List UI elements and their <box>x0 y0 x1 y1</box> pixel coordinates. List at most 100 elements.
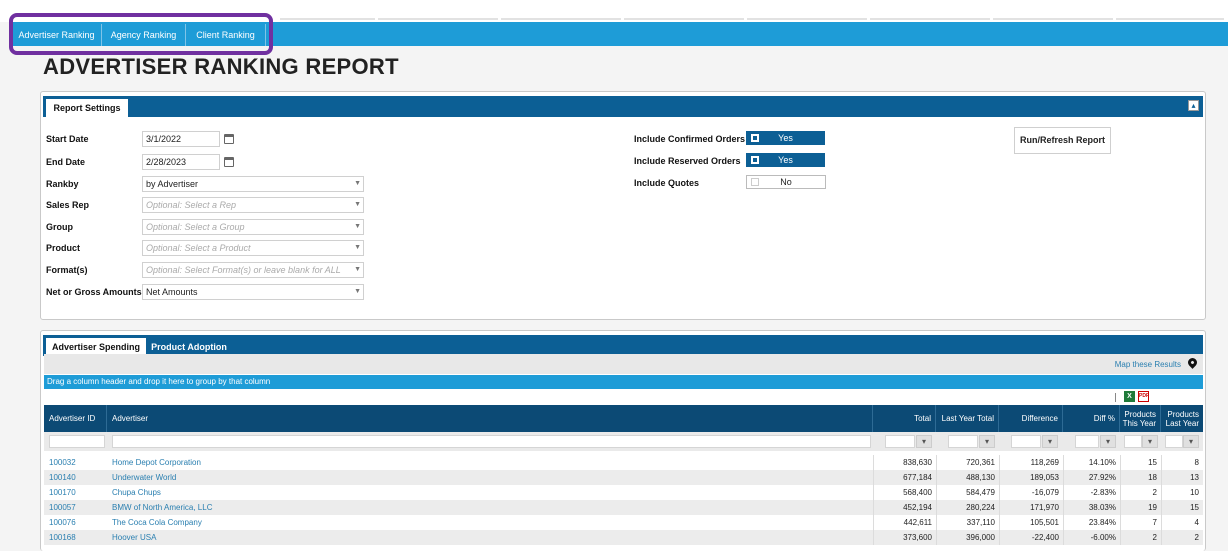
cell-advertiser-id[interactable]: 100076 <box>49 515 105 530</box>
cell-advertiser[interactable]: Home Depot Corporation <box>112 455 812 470</box>
pdf-icon[interactable]: PDF <box>1138 391 1149 402</box>
run-refresh-button[interactable]: Run/Refresh Report <box>1014 127 1111 154</box>
sales-rep-label: Sales Rep <box>46 200 90 210</box>
filter-icon[interactable]: ▾ <box>1142 435 1158 448</box>
cell-advertiser[interactable]: Chupa Chups <box>112 485 812 500</box>
end-date-field[interactable]: 2/28/2023 <box>142 154 220 170</box>
net-gross-select[interactable]: Net Amounts ▼ <box>142 284 364 300</box>
toolbar-divider <box>1115 393 1116 402</box>
group-placeholder: Optional: Select a Group <box>146 222 245 232</box>
cell-difference: 171,970 <box>999 500 1063 515</box>
report-settings-header: Report Settings ▴ <box>43 96 1203 117</box>
filter-icon[interactable]: ▾ <box>1183 435 1199 448</box>
table-row[interactable]: 100076 The Coca Cola Company 442,611 337… <box>44 515 1203 530</box>
rankby-select[interactable]: by Advertiser ▼ <box>142 176 364 192</box>
excel-icon[interactable]: X <box>1124 391 1135 402</box>
grid-header: Advertiser ID Advertiser Total Last Year… <box>44 405 1203 432</box>
sales-rep-select[interactable]: Optional: Select a Rep ▼ <box>142 197 364 213</box>
formats-select[interactable]: Optional: Select Format(s) or leave blan… <box>142 262 364 278</box>
checkbox-icon <box>751 156 759 164</box>
cell-diff-pct: 27.92% <box>1063 470 1120 485</box>
start-date-field[interactable]: 3/1/2022 <box>142 131 220 147</box>
filter-row: ▾ ▾ ▾ ▾ ▾ ▾ <box>44 432 1203 451</box>
cell-products-this-year: 15 <box>1120 455 1161 470</box>
tab-client-ranking[interactable]: Client Ranking <box>186 24 266 46</box>
group-by-drop-zone[interactable]: Drag a column header and drop it here to… <box>44 375 1203 389</box>
column-header-advertiser-id[interactable]: Advertiser ID <box>44 405 107 432</box>
column-header-last-year-total[interactable]: Last Year Total <box>936 405 999 432</box>
filter-icon[interactable]: ▾ <box>1042 435 1058 448</box>
include-confirmed-toggle[interactable]: Yes <box>746 131 825 145</box>
map-results-link[interactable]: Map these Results <box>1115 360 1181 369</box>
filter-input-advertiser-id[interactable] <box>49 435 105 448</box>
filter-icon[interactable]: ▾ <box>979 435 995 448</box>
tab-report-settings[interactable]: Report Settings <box>46 99 128 117</box>
include-reserved-value: Yes <box>778 155 793 165</box>
filter-input-difference[interactable] <box>1011 435 1041 448</box>
top-divider <box>747 18 867 20</box>
net-gross-label: Net or Gross Amounts <box>46 287 142 297</box>
column-header-total[interactable]: Total <box>873 405 936 432</box>
top-divider <box>1116 18 1224 20</box>
chevron-down-icon: ▼ <box>354 201 361 208</box>
include-reserved-label: Include Reserved Orders <box>634 156 741 166</box>
cell-products-last-year: 10 <box>1161 485 1203 500</box>
cell-products-this-year: 18 <box>1120 470 1161 485</box>
map-pin-icon[interactable] <box>1186 356 1199 369</box>
table-row[interactable]: 100032 Home Depot Corporation 838,630 72… <box>44 455 1203 470</box>
calendar-icon[interactable] <box>224 134 234 144</box>
cell-advertiser-id[interactable]: 100140 <box>49 470 105 485</box>
cell-advertiser[interactable]: Underwater World <box>112 470 812 485</box>
rankby-label: Rankby <box>46 179 79 189</box>
column-header-difference[interactable]: Difference <box>999 405 1063 432</box>
table-row[interactable]: 100170 Chupa Chups 568,400 584,479 -16,0… <box>44 485 1203 500</box>
filter-input-diff-pct[interactable] <box>1075 435 1099 448</box>
cell-total: 568,400 <box>873 485 936 500</box>
cell-products-this-year: 2 <box>1120 530 1161 545</box>
cell-advertiser-id[interactable]: 100032 <box>49 455 105 470</box>
column-header-advertiser[interactable]: Advertiser <box>107 405 873 432</box>
tab-agency-ranking[interactable]: Agency Ranking <box>102 24 186 46</box>
tab-advertiser-ranking[interactable]: Advertiser Ranking <box>12 24 102 46</box>
table-row[interactable]: 100057 BMW of North America, LLC 452,194… <box>44 500 1203 515</box>
filter-input-products-this-year[interactable] <box>1124 435 1142 448</box>
include-confirmed-label: Include Confirmed Orders <box>634 134 746 144</box>
cell-advertiser[interactable]: BMW of North America, LLC <box>112 500 812 515</box>
cell-advertiser-id[interactable]: 100057 <box>49 500 105 515</box>
cell-products-this-year: 2 <box>1120 485 1161 500</box>
net-gross-value: Net Amounts <box>146 287 198 297</box>
cell-products-this-year: 7 <box>1120 515 1161 530</box>
include-reserved-toggle[interactable]: Yes <box>746 153 825 167</box>
filter-icon[interactable]: ▾ <box>1100 435 1116 448</box>
collapse-icon[interactable]: ▴ <box>1188 100 1199 111</box>
cell-products-last-year: 8 <box>1161 455 1203 470</box>
column-header-diff-pct[interactable]: Diff % <box>1063 405 1120 432</box>
filter-icon[interactable]: ▾ <box>916 435 932 448</box>
table-row[interactable]: 100140 Underwater World 677,184 488,130 … <box>44 470 1203 485</box>
product-placeholder: Optional: Select a Product <box>146 243 251 253</box>
column-header-products-last-year[interactable]: Products Last Year <box>1161 405 1203 432</box>
filter-input-products-last-year[interactable] <box>1165 435 1183 448</box>
table-row[interactable]: 100168 Hoover USA 373,600 396,000 -22,40… <box>44 530 1203 545</box>
results-header: Advertiser Spending Product Adoption <box>43 335 1203 356</box>
cell-difference: -16,079 <box>999 485 1063 500</box>
group-select[interactable]: Optional: Select a Group ▼ <box>142 219 364 235</box>
cell-advertiser[interactable]: Hoover USA <box>112 530 812 545</box>
top-divider <box>624 18 744 20</box>
product-select[interactable]: Optional: Select a Product ▼ <box>142 240 364 256</box>
cell-total: 442,611 <box>873 515 936 530</box>
top-divider <box>280 18 375 20</box>
filter-input-last-year-total[interactable] <box>948 435 978 448</box>
cell-advertiser[interactable]: The Coca Cola Company <box>112 515 812 530</box>
filter-input-advertiser[interactable] <box>112 435 871 448</box>
chevron-down-icon: ▼ <box>354 244 361 251</box>
rankby-value: by Advertiser <box>146 179 199 189</box>
cell-products-last-year: 2 <box>1161 530 1203 545</box>
filter-input-total[interactable] <box>885 435 915 448</box>
column-header-products-this-year[interactable]: Products This Year <box>1120 405 1161 432</box>
include-quotes-toggle[interactable]: No <box>746 175 826 189</box>
calendar-icon[interactable] <box>224 157 234 167</box>
cell-advertiser-id[interactable]: 100170 <box>49 485 105 500</box>
cell-advertiser-id[interactable]: 100168 <box>49 530 105 545</box>
product-label: Product <box>46 243 81 253</box>
